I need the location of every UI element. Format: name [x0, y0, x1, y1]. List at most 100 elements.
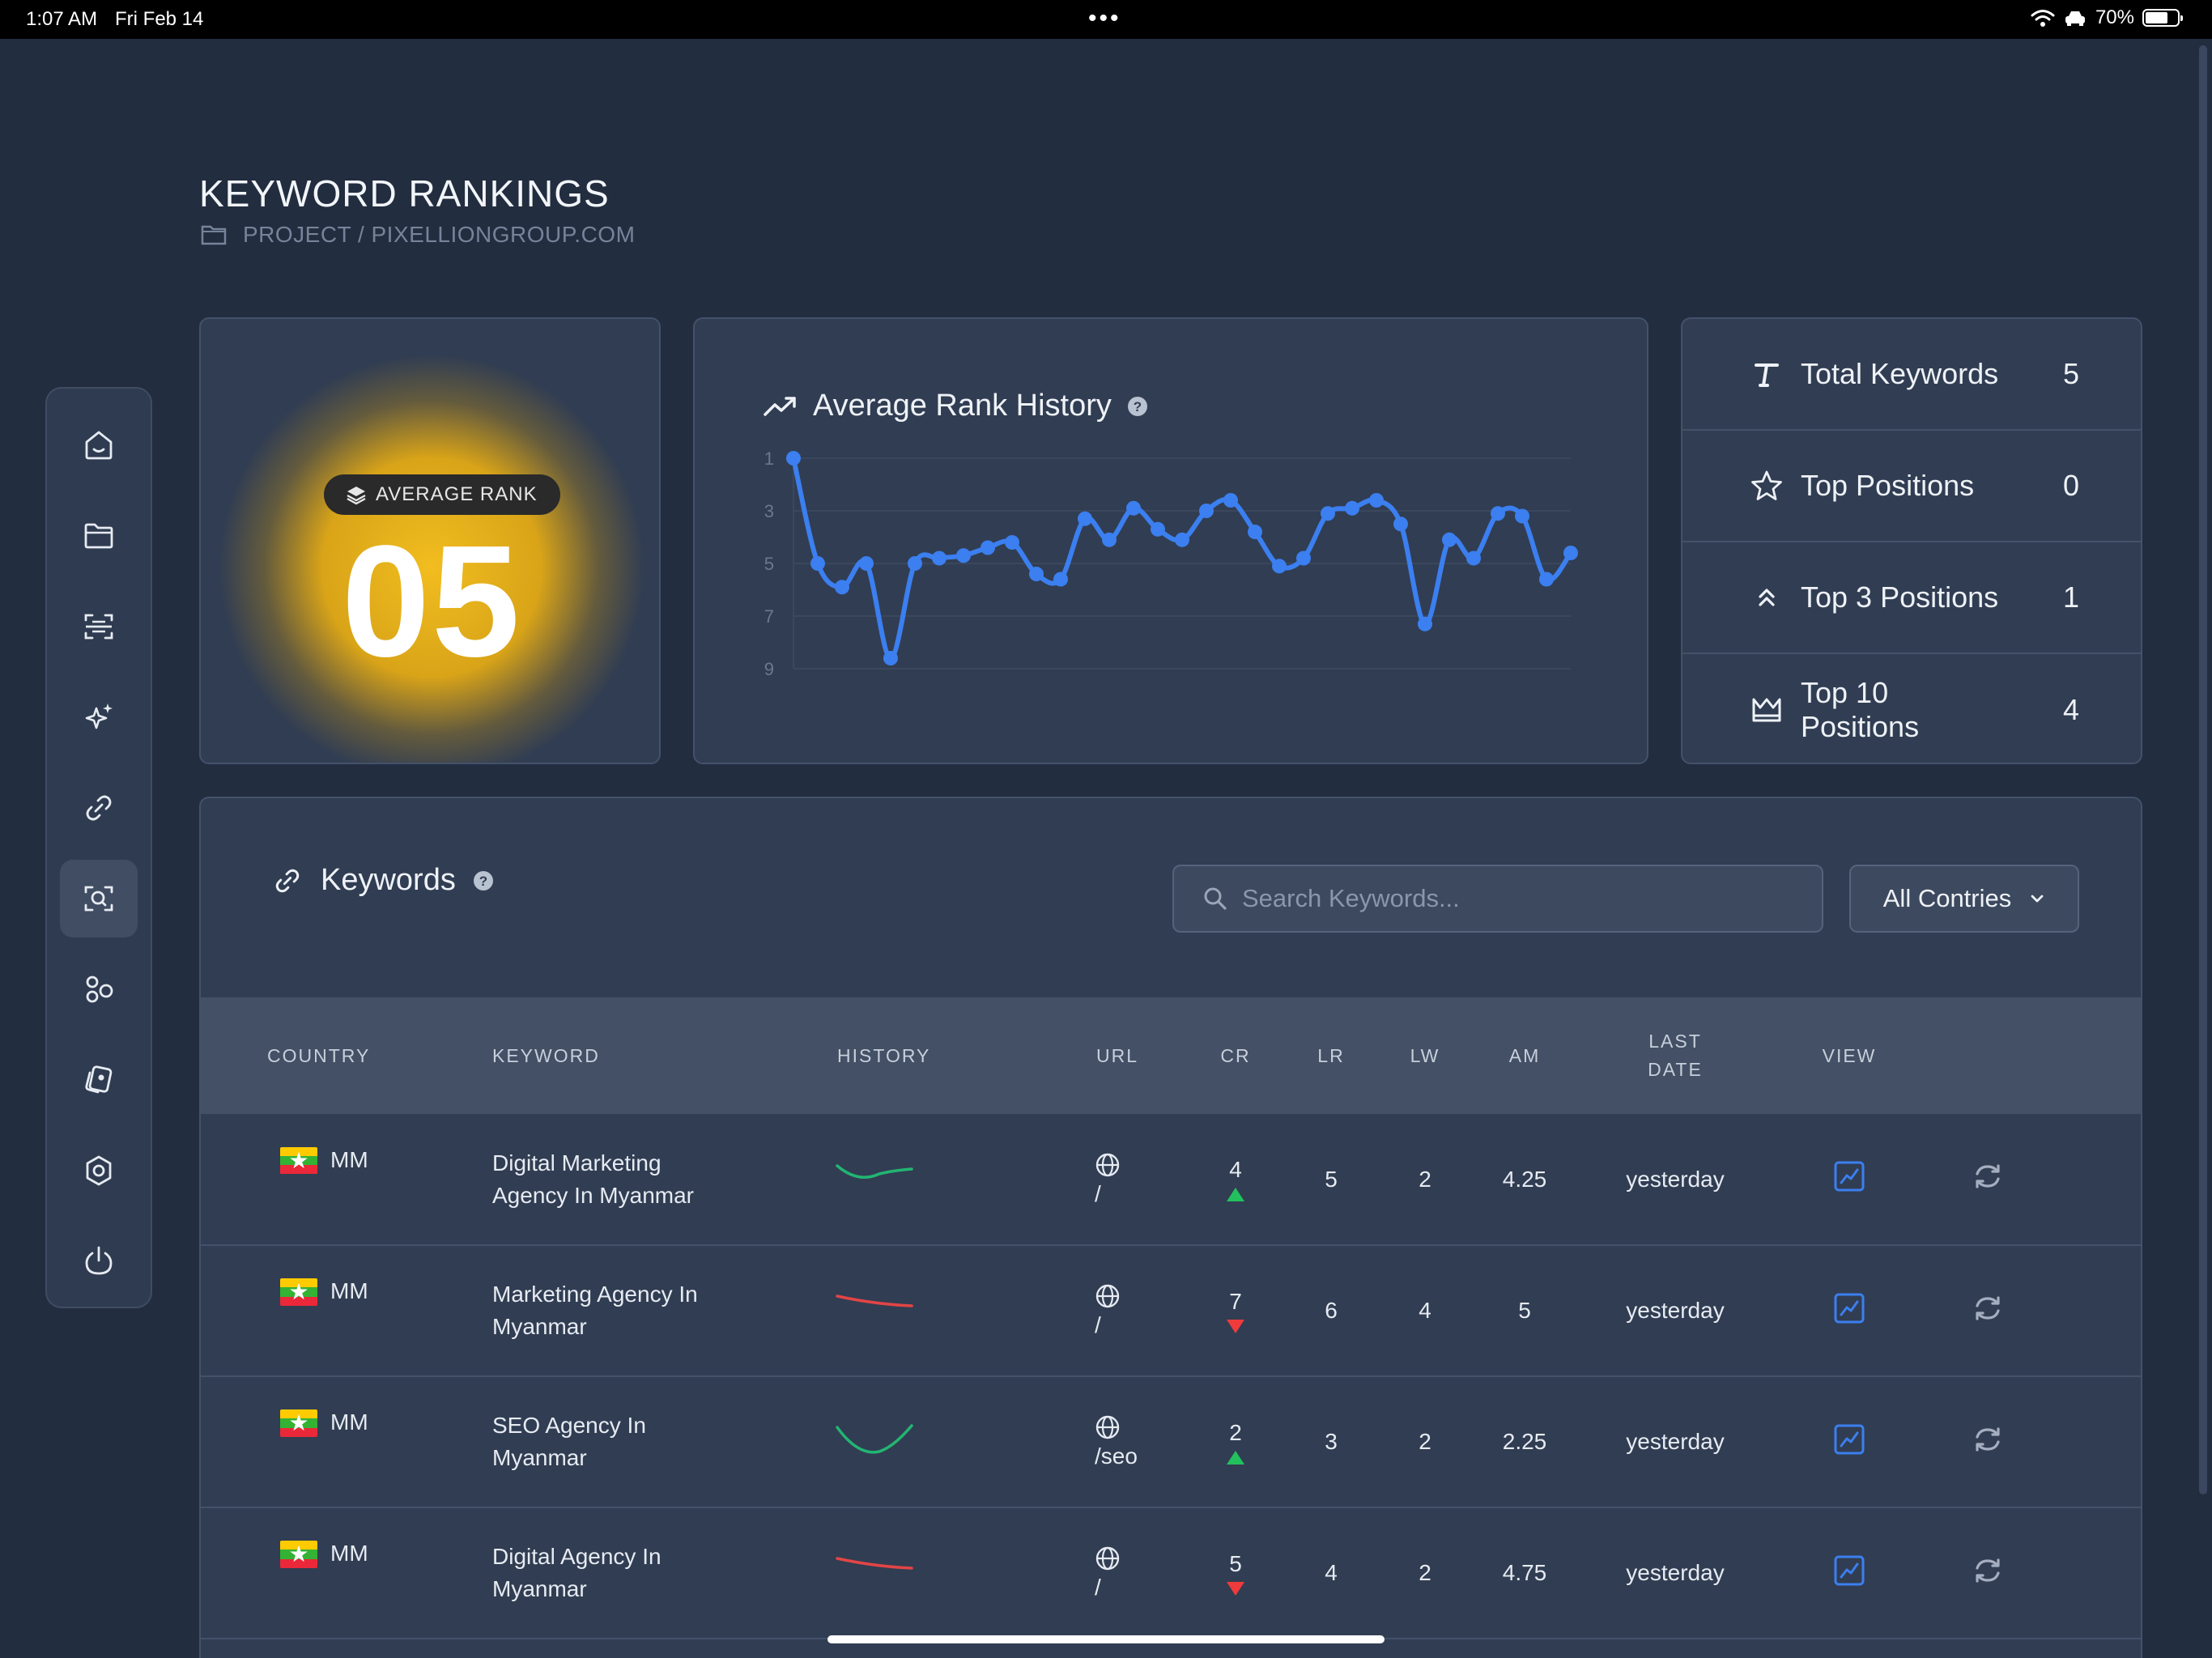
stat-top-10-positions: Top 10 Positions 4	[1682, 654, 2141, 766]
page-scrollbar[interactable]	[2199, 45, 2207, 1494]
view-chart-icon[interactable]	[1833, 1160, 1865, 1192]
view-chart-icon[interactable]	[1833, 1423, 1865, 1456]
rank-history-chart[interactable]: 1 3 5 7 9	[695, 319, 1647, 763]
sidebar-item-links[interactable]	[60, 769, 138, 847]
keyword-search-box[interactable]	[1172, 865, 1823, 933]
home-indicator[interactable]	[827, 1635, 1385, 1643]
data-point[interactable]	[1563, 546, 1578, 560]
globe-icon[interactable]	[1095, 1152, 1121, 1178]
sidebar-item-scan[interactable]	[60, 588, 138, 665]
data-point[interactable]	[1393, 517, 1408, 532]
keywords-title: Keywords	[321, 863, 456, 897]
data-point[interactable]	[1539, 572, 1554, 587]
sidebar-item-competitors[interactable]	[60, 950, 138, 1028]
column-header-lw[interactable]: LW	[1385, 997, 1465, 1114]
sidebar-item-ai[interactable]	[60, 678, 138, 756]
multitasking-dots-icon[interactable]: •••	[1088, 5, 1121, 32]
breadcrumb-text[interactable]: PROJECT / PIXELLIONGROUP.COM	[243, 222, 635, 248]
keyword-text: Digital Agency In Myanmar	[492, 1544, 661, 1601]
data-point[interactable]	[1199, 504, 1214, 518]
data-point[interactable]	[1151, 521, 1165, 537]
data-point[interactable]	[1029, 567, 1044, 581]
url-path[interactable]: /	[1095, 1312, 1101, 1338]
refresh-icon[interactable]	[1971, 1291, 2005, 1325]
data-point[interactable]	[1223, 493, 1238, 508]
folder-outline-icon	[201, 225, 227, 245]
power-icon	[85, 1246, 113, 1275]
cell-url: /	[1048, 1245, 1193, 1376]
country-filter-dropdown[interactable]: All Contries	[1849, 865, 2079, 933]
question-circle-icon[interactable]: ?	[472, 869, 495, 892]
keyword-search-input[interactable]	[1242, 884, 1809, 913]
data-point[interactable]	[1515, 508, 1529, 524]
sidebar-item-logout[interactable]	[60, 1222, 138, 1300]
data-point[interactable]	[1005, 535, 1019, 550]
data-point[interactable]	[1296, 551, 1311, 566]
cell-view	[1767, 1376, 1932, 1507]
globe-icon[interactable]	[1095, 1414, 1121, 1440]
sidebar-item-home[interactable]	[60, 406, 138, 484]
data-point[interactable]	[810, 556, 825, 571]
cell-url: /seo	[1048, 1376, 1193, 1507]
data-point[interactable]	[859, 556, 874, 571]
layers-icon	[347, 487, 366, 505]
average-rank-badge: AVERAGE RANK	[324, 474, 560, 515]
country-filter-value: All Contries	[1882, 884, 2012, 912]
column-header-keyword[interactable]: KEYWORD	[492, 997, 829, 1114]
data-point[interactable]	[1272, 559, 1287, 574]
data-point[interactable]	[1491, 506, 1505, 521]
data-point[interactable]	[1345, 500, 1359, 516]
refresh-icon[interactable]	[1971, 1554, 2005, 1588]
data-point[interactable]	[1418, 616, 1432, 631]
column-header-am[interactable]: AM	[1465, 997, 1584, 1114]
y-tick-label: 1	[764, 449, 774, 469]
globe-icon[interactable]	[1095, 1283, 1121, 1309]
refresh-icon[interactable]	[1971, 1159, 2005, 1193]
data-point[interactable]	[1442, 532, 1457, 547]
view-chart-icon[interactable]	[1833, 1292, 1865, 1324]
data-point[interactable]	[1466, 551, 1481, 566]
cell-last-date: yesterday	[1626, 1166, 1725, 1192]
sidebar-item-reports[interactable]	[60, 1041, 138, 1119]
data-point[interactable]	[1321, 506, 1335, 521]
data-point[interactable]	[1126, 500, 1141, 516]
status-right: 70%	[2031, 6, 2183, 29]
column-header-history[interactable]: HISTORY	[829, 997, 1048, 1114]
data-point[interactable]	[1053, 572, 1068, 587]
column-header-url[interactable]: URL	[1048, 997, 1193, 1114]
cell-view	[1767, 1507, 1932, 1639]
column-header-cr[interactable]: CR	[1193, 997, 1278, 1114]
data-point[interactable]	[835, 580, 849, 595]
data-point[interactable]	[1369, 493, 1384, 508]
breadcrumb[interactable]: PROJECT / PIXELLIONGROUP.COM	[201, 222, 635, 248]
data-point[interactable]	[1175, 532, 1189, 547]
car-icon	[2065, 11, 2085, 26]
data-point[interactable]	[908, 556, 922, 571]
refresh-icon[interactable]	[1971, 1422, 2005, 1456]
url-path[interactable]: /seo	[1095, 1443, 1138, 1469]
sidebar-item-keyword-rankings[interactable]	[60, 860, 138, 937]
sidebar-item-projects[interactable]	[60, 497, 138, 575]
data-point[interactable]	[1102, 532, 1117, 547]
column-header-last-date[interactable]: LAST DATE	[1584, 997, 1767, 1114]
url-path[interactable]: /	[1095, 1575, 1101, 1601]
view-chart-icon[interactable]	[1833, 1554, 1865, 1587]
data-point[interactable]	[883, 651, 898, 665]
data-point[interactable]	[786, 451, 801, 466]
column-header-view: VIEW	[1822, 1044, 1877, 1066]
sidebar-item-settings[interactable]	[60, 1132, 138, 1209]
column-header-lr[interactable]: LR	[1278, 997, 1385, 1114]
myanmar-flag-icon: ★	[280, 1541, 317, 1568]
column-header-country[interactable]: COUNTRY	[201, 997, 492, 1114]
data-point[interactable]	[1078, 511, 1092, 526]
data-point[interactable]	[956, 548, 971, 563]
arrow-up-icon	[1227, 1188, 1244, 1201]
stat-top-3-positions: Top 3 Positions 1	[1682, 542, 2141, 654]
url-path[interactable]: /	[1095, 1181, 1101, 1207]
data-point[interactable]	[1248, 525, 1262, 539]
myanmar-flag-icon: ★	[280, 1409, 317, 1437]
cell-history	[829, 1114, 1048, 1245]
globe-icon[interactable]	[1095, 1545, 1121, 1571]
data-point[interactable]	[932, 551, 946, 566]
data-point[interactable]	[981, 540, 995, 555]
